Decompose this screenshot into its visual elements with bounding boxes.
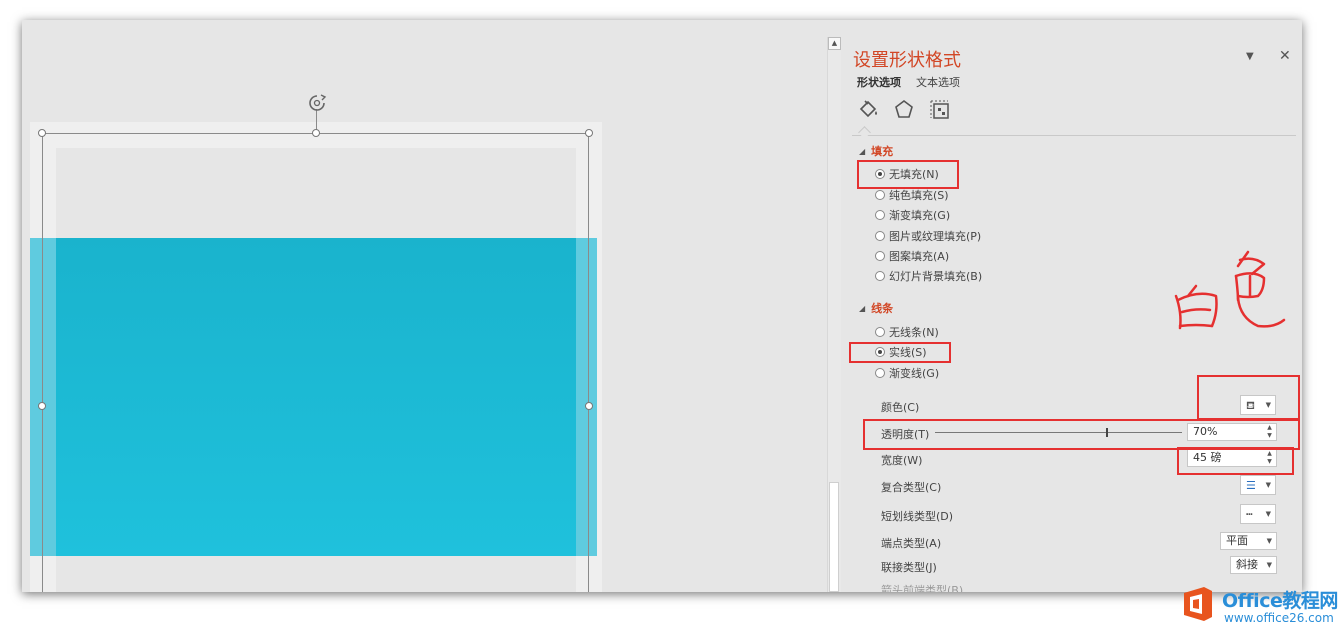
resize-handle-left[interactable] (38, 402, 46, 410)
radio-label: 图案填充(A) (889, 250, 950, 263)
annotation-box-transparency (863, 419, 1300, 450)
section-fill[interactable]: ◢ 填充 (859, 143, 893, 159)
tab-shape-options[interactable]: 形状选项 (857, 74, 901, 90)
annotation-box-color (1197, 375, 1300, 420)
category-divider (852, 135, 1296, 136)
section-fill-label: 填充 (871, 145, 894, 158)
scroll-thumb[interactable] (829, 482, 839, 592)
radio-label: 渐变线(G) (889, 367, 940, 380)
powerpoint-window: ▲ 设置形状格式 ▼ ✕ 形状选项 文本选项 ◢ 填充 无填充(N) 纯色填充(S… (22, 20, 1302, 592)
radio-solid-fill[interactable]: 纯色填充(S) (875, 189, 949, 203)
radio-gradient-line[interactable]: 渐变线(G) (875, 367, 939, 381)
resize-handle-right[interactable] (585, 402, 593, 410)
radio-label: 渐变填充(G) (889, 209, 951, 222)
selection-frame (42, 133, 589, 592)
radio-dot[interactable] (875, 251, 885, 261)
office26-logo-icon (1184, 587, 1212, 621)
annotation-box-width (1177, 447, 1294, 475)
width-label: 宽度(W) (881, 454, 923, 467)
cap-type-select[interactable]: 平面 ▼ (1220, 532, 1277, 550)
join-type-value: 斜接 (1236, 558, 1258, 571)
radio-dot[interactable] (875, 190, 885, 200)
radio-label: 幻灯片背景填充(B) (889, 270, 983, 283)
compound-type-dropdown[interactable]: ☰ ▼ (1240, 475, 1276, 495)
pane-options-chevron-icon[interactable]: ▼ (1246, 51, 1254, 62)
resize-handle-top-left[interactable] (38, 129, 46, 137)
section-line[interactable]: ◢ 线条 (859, 300, 893, 316)
collapse-triangle-icon: ◢ (859, 147, 866, 156)
fill-line-icon[interactable] (857, 98, 881, 122)
rotate-icon[interactable] (307, 93, 327, 113)
watermark-brand: Office教程网 (1222, 590, 1338, 612)
cap-type-value: 平面 (1226, 534, 1248, 547)
radio-dot[interactable] (875, 327, 885, 337)
compound-lines-icon: ☰ (1246, 479, 1256, 492)
collapse-triangle-icon: ◢ (859, 304, 866, 313)
slide-canvas[interactable] (22, 20, 827, 592)
radio-picture-fill[interactable]: 图片或纹理填充(P) (875, 230, 981, 244)
radio-pattern-fill[interactable]: 图案填充(A) (875, 250, 949, 264)
radio-gradient-fill[interactable]: 渐变填充(G) (875, 209, 950, 223)
section-line-label: 线条 (871, 302, 894, 315)
chevron-down-icon: ▼ (1265, 481, 1271, 489)
dash-lines-icon: ┅ (1246, 508, 1253, 521)
compound-type-label: 复合类型(C) (881, 481, 942, 494)
vertical-scrollbar[interactable]: ▲ (827, 37, 841, 592)
chevron-down-icon: ▼ (1265, 510, 1271, 518)
radio-label: 无线条(N) (889, 326, 939, 339)
radio-label: 图片或纹理填充(P) (889, 230, 982, 243)
join-type-label: 联接类型(J) (881, 561, 937, 574)
scroll-up-arrow-icon[interactable]: ▲ (828, 37, 841, 50)
cap-type-label: 端点类型(A) (881, 537, 942, 550)
arrow-start-label: 箭头前端类型(B) (881, 584, 964, 592)
dash-type-dropdown[interactable]: ┅ ▼ (1240, 504, 1276, 524)
radio-dot[interactable] (875, 271, 885, 281)
effects-pentagon-icon[interactable] (892, 98, 916, 122)
resize-handle-top-right[interactable] (585, 129, 593, 137)
radio-dot[interactable] (875, 210, 885, 220)
radio-no-line[interactable]: 无线条(N) (875, 326, 939, 340)
radio-slide-bg-fill[interactable]: 幻灯片背景填充(B) (875, 270, 982, 284)
dash-type-label: 短划线类型(D) (881, 510, 954, 523)
category-selected-caret (858, 126, 871, 139)
handwritten-annotation-white (1174, 250, 1286, 330)
radio-dot[interactable] (875, 231, 885, 241)
tab-text-options[interactable]: 文本选项 (916, 74, 960, 90)
watermark-url: www.office26.com (1224, 611, 1334, 625)
color-label: 颜色(C) (881, 401, 920, 414)
radio-label: 纯色填充(S) (889, 189, 949, 202)
pane-title: 设置形状格式 (853, 50, 961, 71)
radio-dot[interactable] (875, 368, 885, 378)
annotation-box-no-fill (857, 160, 959, 189)
size-properties-icon[interactable] (928, 98, 952, 122)
annotation-box-solid-line (849, 342, 951, 363)
resize-handle-top[interactable] (312, 129, 320, 137)
close-icon[interactable]: ✕ (1279, 48, 1291, 64)
chevron-down-icon: ▼ (1266, 561, 1272, 569)
chevron-down-icon: ▼ (1266, 537, 1272, 545)
join-type-select[interactable]: 斜接 ▼ (1230, 556, 1277, 574)
